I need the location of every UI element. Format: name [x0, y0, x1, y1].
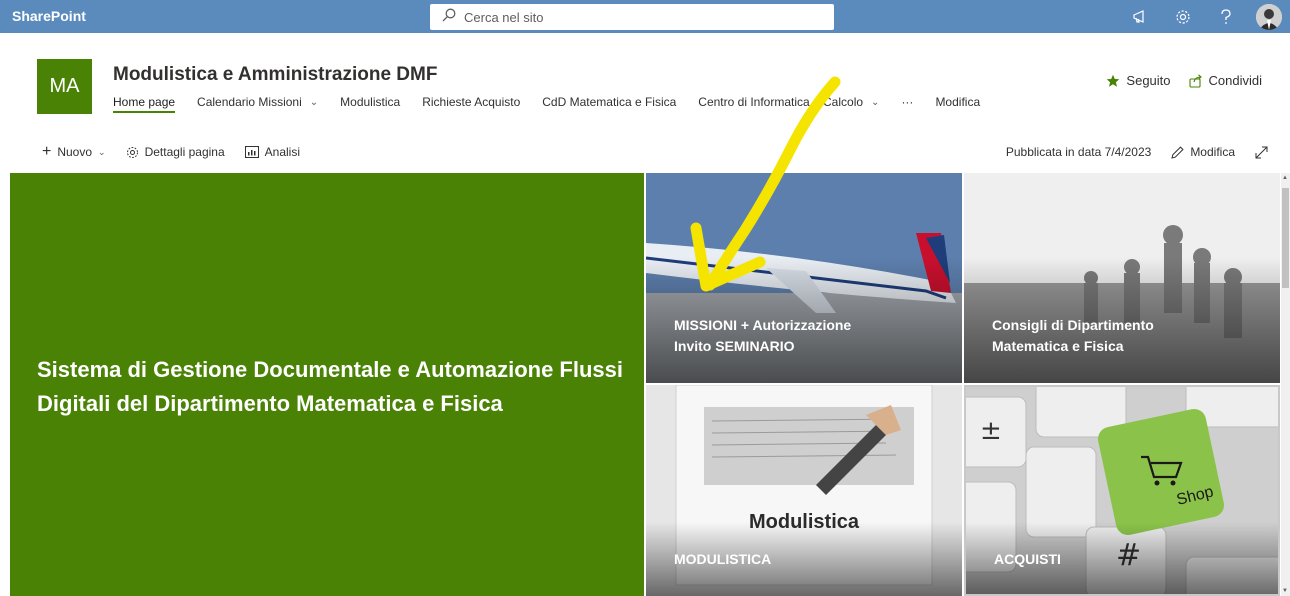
nav-label: Modifica	[935, 95, 981, 109]
site-logo[interactable]: MA	[37, 59, 92, 114]
analytics-button[interactable]: Analisi	[244, 145, 300, 159]
analytics-label: Analisi	[264, 145, 300, 159]
help-icon[interactable]	[1204, 0, 1247, 33]
hero-tile-consigli[interactable]: Consigli di Dipartimento Matematica e Fi…	[964, 173, 1280, 383]
new-button[interactable]: + Nuovo ⌄	[42, 143, 106, 160]
edit-page-button[interactable]: Modifica	[1171, 145, 1235, 159]
nav-item-centro-informatica[interactable]: Centro di Informatica e Calcolo ⌄	[698, 95, 879, 109]
analytics-icon	[244, 146, 259, 158]
share-icon	[1188, 73, 1202, 88]
tile-caption-line: Invito SEMINARIO	[674, 338, 795, 354]
suite-bar: SharePoint Cerca nel sito	[0, 0, 1290, 33]
account-button[interactable]	[1247, 0, 1290, 33]
edit-label: Modifica	[1190, 145, 1235, 159]
nav-label: Modulistica	[340, 95, 401, 109]
tile-caption-line: Matematica e Fisica	[992, 338, 1124, 354]
site-search-box[interactable]: Cerca nel sito	[430, 4, 834, 30]
share-button[interactable]: Condividi	[1188, 73, 1262, 88]
follow-label: Seguito	[1126, 73, 1171, 88]
sharepoint-brand[interactable]: SharePoint	[12, 8, 86, 24]
site-actions: Seguito Condividi	[1088, 73, 1262, 88]
nav-more-button[interactable]: ···	[901, 95, 913, 109]
hero-main-tile[interactable]: Sistema di Gestione Documentale e Automa…	[10, 173, 644, 596]
pencil-icon	[1171, 145, 1184, 159]
nav-edit-link[interactable]: Modifica	[935, 95, 980, 109]
svg-text:±: ±	[980, 416, 1002, 446]
command-bar: + Nuovo ⌄ Dettagli pagina Analisi Pubbli…	[0, 138, 1290, 168]
nav-label: Calendario Missioni	[197, 95, 302, 109]
nav-label: Home page	[113, 95, 176, 109]
search-placeholder: Cerca nel sito	[464, 9, 544, 25]
published-status: Pubblicata in data 7/4/2023	[1006, 145, 1151, 159]
nav-label: CdD Matematica e Fisica	[542, 95, 677, 109]
hero-tile-acquisti[interactable]: Shop ± # ACQUISTI	[964, 385, 1280, 596]
site-title[interactable]: Modulistica e Amministrazione DMF	[113, 64, 437, 86]
nav-label: Richieste Acquisto	[422, 95, 521, 109]
tile-caption: Consigli di Dipartimento Matematica e Fi…	[992, 315, 1154, 357]
tile-caption: ACQUISTI	[994, 549, 1061, 570]
nav-item-calendario-missioni[interactable]: Calendario Missioni ⌄	[197, 95, 318, 109]
tile-caption-line: ACQUISTI	[994, 551, 1061, 567]
chevron-down-icon: ⌄	[98, 146, 106, 157]
tile-caption: MODULISTICA	[674, 549, 771, 570]
page-details-button[interactable]: Dettagli pagina	[126, 145, 225, 159]
tile-caption-line: Consigli di Dipartimento	[992, 317, 1154, 333]
page-details-label: Dettagli pagina	[144, 145, 225, 159]
tile-caption-line: MISSIONI + Autorizzazione	[674, 317, 852, 333]
star-icon	[1107, 74, 1120, 87]
scroll-down-arrow-icon[interactable]: ▼	[1282, 588, 1288, 594]
nav-item-modulistica[interactable]: Modulistica	[340, 95, 400, 109]
hero-tile-modulistica[interactable]: Modulistica MODULISTICA	[646, 385, 962, 596]
chevron-down-icon: ⌄	[309, 96, 319, 108]
avatar[interactable]	[1255, 3, 1282, 30]
share-label: Condividi	[1208, 73, 1262, 88]
nav-item-richieste-acquisto[interactable]: Richieste Acquisto	[422, 95, 520, 109]
more-icon: ···	[901, 95, 914, 109]
gear-icon	[126, 146, 138, 158]
expand-icon	[1255, 146, 1268, 158]
site-navigation: Home page Calendario Missioni ⌄ Modulisti…	[113, 93, 1002, 113]
nav-item-home[interactable]: Home page	[113, 95, 176, 113]
tile-caption-line: MODULISTICA	[674, 551, 772, 567]
follow-button[interactable]: Seguito	[1106, 73, 1171, 88]
new-label: Nuovo	[57, 145, 93, 159]
megaphone-icon[interactable]	[1118, 0, 1161, 33]
search-icon	[442, 8, 456, 27]
expand-button[interactable]	[1255, 146, 1268, 159]
tile-caption: MISSIONI + Autorizzazione Invito SEMINAR…	[674, 315, 851, 357]
nav-item-cdd[interactable]: CdD Matematica e Fisica	[542, 95, 676, 109]
hero-tile-missioni[interactable]: MISSIONI + Autorizzazione Invito SEMINAR…	[646, 173, 962, 383]
chevron-down-icon: ⌄	[871, 96, 880, 108]
page-scrollbar[interactable]: ▲ ▼	[1281, 173, 1290, 596]
scroll-up-arrow-icon[interactable]: ▲	[1282, 175, 1288, 181]
plus-icon: +	[42, 143, 52, 160]
settings-icon[interactable]	[1161, 0, 1204, 33]
hero-main-title: Sistema di Gestione Documentale e Automa…	[37, 357, 623, 416]
scrollbar-thumb[interactable]	[1282, 188, 1289, 288]
published-label: Pubblicata in data 7/4/2023	[1005, 145, 1152, 159]
nav-label: Centro di Informatica e Calcolo	[698, 95, 864, 109]
